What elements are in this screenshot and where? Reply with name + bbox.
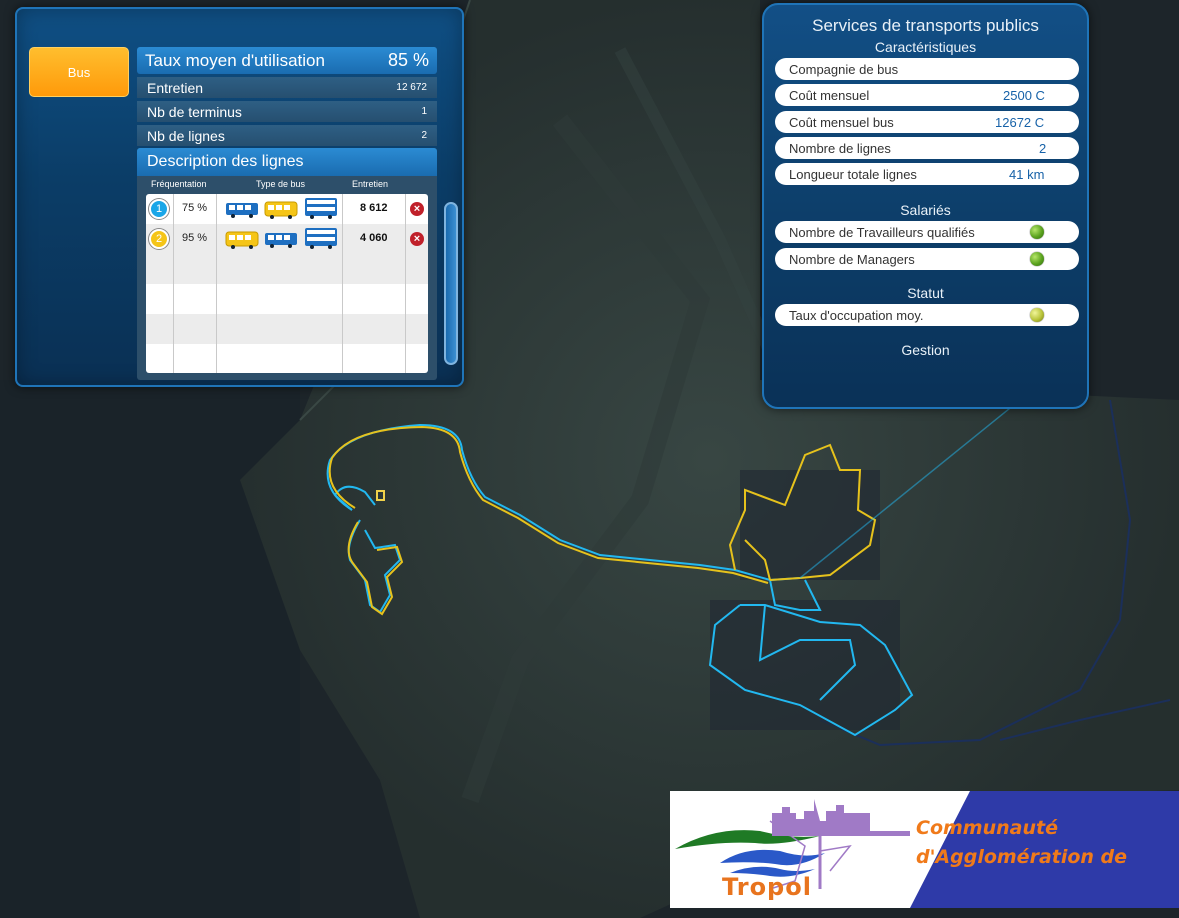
section-employees: Salariés: [900, 202, 951, 218]
bus-double-blue-icon[interactable]: [304, 196, 338, 220]
field-label: Coût mensuel: [789, 87, 870, 103]
field-line-count: Nombre de lignes 2: [775, 137, 1079, 159]
stat-label: Nb de lignes: [147, 127, 225, 144]
table-row-line-1[interactable]: 1 75 % 8 612 ×: [146, 194, 428, 224]
lines-description: Description des lignes Fréquentation Typ…: [137, 148, 437, 380]
line-maintenance: 8 612: [360, 202, 388, 214]
line-number-badge: 2: [149, 229, 169, 249]
status-indicator-green: [1030, 252, 1044, 266]
panel-title: Services de transports publics: [812, 16, 1039, 35]
field-label: Compagnie de bus: [789, 61, 899, 77]
table-row-line-2[interactable]: 2 95 % 4 060 ×: [146, 224, 428, 254]
field-skilled-workers: Nombre de Travailleurs qualifiés: [775, 221, 1079, 243]
logo-tropol-text: Tropol: [722, 873, 812, 901]
status-indicator-yellow: [1030, 308, 1044, 322]
field-bus-company[interactable]: Compagnie de bus: [775, 58, 1079, 80]
panel-scrollbar[interactable]: [444, 202, 458, 365]
status-indicator-green: [1030, 225, 1044, 239]
field-value: 2500 C: [1003, 87, 1045, 103]
stat-row-terminus: Nb de terminus 1: [137, 101, 437, 122]
line-maintenance: 4 060: [360, 232, 388, 244]
bus-blue-icon[interactable]: [225, 199, 259, 219]
line-attendance: 75 %: [182, 202, 208, 214]
field-avg-occupancy: Taux d'occupation moy.: [775, 304, 1079, 326]
public-transport-panel: Services de transports publics Caractéri…: [762, 3, 1089, 409]
field-label: Coût mensuel bus: [789, 114, 894, 130]
stat-value: 12 672: [396, 82, 427, 93]
avg-usage-label: Taux moyen d'utilisation: [145, 50, 325, 70]
lines-table: 1 75 % 8 612 × 2 95 % 4 060 ×: [146, 194, 428, 373]
line-attendance: 95 %: [182, 232, 208, 244]
section-characteristics: Caractéristiques: [874, 39, 977, 55]
stat-label: Nb de terminus: [147, 103, 242, 120]
section-management[interactable]: Gestion: [764, 342, 1087, 358]
field-managers: Nombre de Managers: [775, 248, 1079, 270]
empty-row: [146, 314, 428, 344]
col-attendance: Fréquentation: [151, 179, 207, 189]
col-bus-type: Type de bus: [256, 179, 306, 189]
bus-blue-icon[interactable]: [264, 229, 298, 249]
lines-column-headers: Fréquentation Type de bus Entretien: [137, 176, 437, 192]
avg-usage-value: 85 %: [387, 50, 429, 70]
logo-line-1: Communauté: [916, 817, 1058, 839]
field-monthly-bus-cost: Coût mensuel bus 12672 C: [775, 111, 1079, 133]
lines-title: Description des lignes: [137, 148, 437, 176]
field-label: Nombre de lignes: [789, 140, 891, 156]
section-status: Statut: [907, 285, 944, 301]
field-label: Nombre de Managers: [789, 251, 915, 267]
line-number-badge: 1: [149, 199, 169, 219]
delete-line-button[interactable]: ×: [410, 232, 424, 246]
bus-yellow-icon[interactable]: [225, 229, 259, 251]
stat-row-maintenance: Entretien 12 672: [137, 77, 437, 98]
bus-info-panel: Bus Taux moyen d'utilisation 85 % Entret…: [15, 7, 464, 387]
field-label: Longueur totale lignes: [789, 166, 917, 182]
tropol-logo: Tropol Communauté d'Agglomération de: [670, 791, 1179, 908]
avg-usage-row: Taux moyen d'utilisation 85 %: [137, 47, 437, 74]
stat-row-lines: Nb de lignes 2: [137, 125, 437, 146]
field-value: 2: [1039, 140, 1047, 156]
logo-line-2: d'Agglomération de: [916, 846, 1128, 868]
empty-row: [146, 254, 428, 284]
field-label: Taux d'occupation moy.: [789, 307, 924, 323]
bus-tab-label: Bus: [67, 64, 91, 80]
bus-double-blue-icon[interactable]: [304, 226, 338, 250]
field-label: Nombre de Travailleurs qualifiés: [789, 224, 975, 240]
col-maintenance: Entretien: [352, 179, 389, 189]
bus-tab[interactable]: Bus: [29, 47, 129, 97]
stat-label: Entretien: [147, 79, 204, 96]
delete-line-button[interactable]: ×: [410, 202, 424, 216]
field-total-line-length: Longueur totale lignes 41 km: [775, 163, 1079, 185]
field-value: 12672 C: [995, 114, 1045, 130]
field-value: 41 km: [1009, 166, 1045, 182]
bus-yellow-icon[interactable]: [264, 199, 298, 221]
field-monthly-cost: Coût mensuel 2500 C: [775, 84, 1079, 106]
stat-value: 2: [421, 130, 427, 141]
stat-value: 1: [421, 106, 427, 117]
